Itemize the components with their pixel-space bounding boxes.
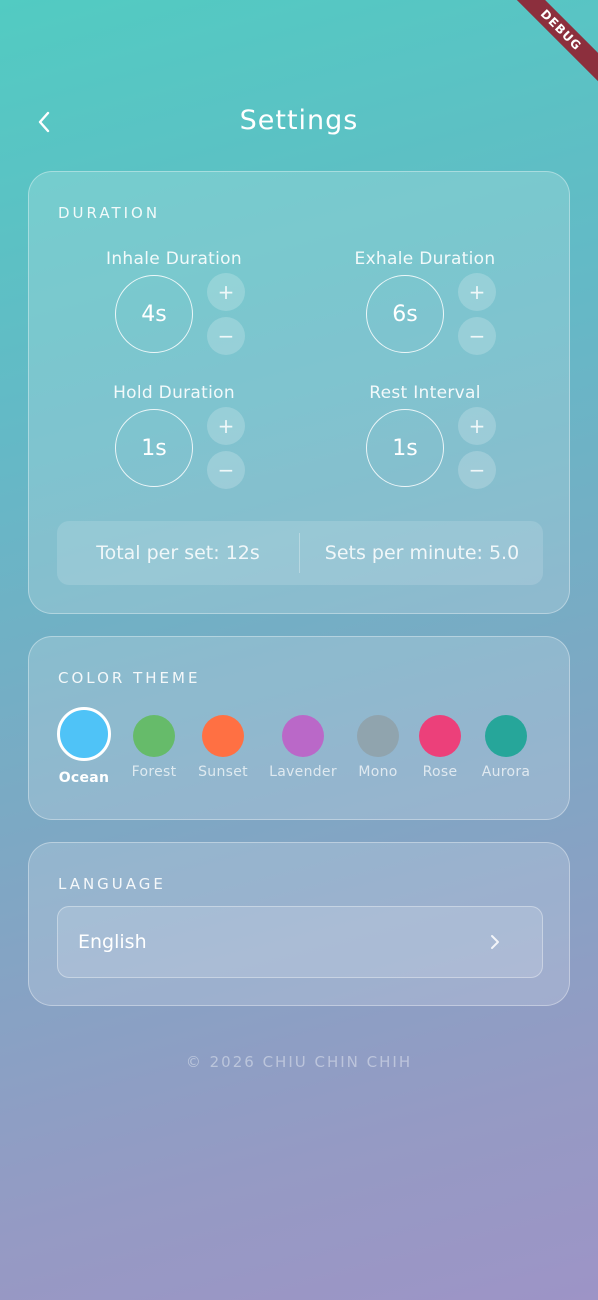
inhale-duration-control: Inhale Duration 4s + − xyxy=(74,249,274,389)
theme-swatch-forest[interactable]: Forest xyxy=(114,707,194,797)
rest-decrease-button[interactable]: − xyxy=(458,451,496,489)
rest-interval-label: Rest Interval xyxy=(369,383,481,403)
exhale-decrease-button[interactable]: − xyxy=(458,317,496,355)
rest-interval-value: 1s xyxy=(366,409,444,487)
theme-label: Ocean xyxy=(58,770,110,786)
theme-color-dot xyxy=(202,715,244,757)
theme-color-dot xyxy=(485,715,527,757)
theme-label: Forest xyxy=(131,764,177,780)
rest-increase-button[interactable]: + xyxy=(458,407,496,445)
hold-duration-label: Hold Duration xyxy=(113,383,235,403)
exhale-increase-button[interactable]: + xyxy=(458,273,496,311)
theme-color-dot xyxy=(357,715,399,757)
total-per-set: Total per set: 12s xyxy=(96,542,260,564)
duration-section-title: DURATION xyxy=(58,204,161,222)
hold-duration-value: 1s xyxy=(115,409,193,487)
duration-card: DURATION Inhale Duration 4s + − Exhale D… xyxy=(28,171,570,614)
theme-color-dot xyxy=(57,707,111,761)
copyright-footer: © 2026 CHIU CHIN CHIH xyxy=(185,1053,413,1071)
page-title: Settings xyxy=(239,105,359,136)
theme-label: Aurora xyxy=(481,764,531,780)
chevron-right-icon xyxy=(491,935,499,949)
theme-color-dot xyxy=(419,715,461,757)
theme-swatch-aurora[interactable]: Aurora xyxy=(466,707,546,797)
summary-divider xyxy=(299,533,300,573)
theme-swatch-sunset[interactable]: Sunset xyxy=(183,707,263,797)
debug-banner: DEBUG xyxy=(500,0,598,91)
sets-per-minute: Sets per minute: 5.0 xyxy=(324,542,520,564)
inhale-decrease-button[interactable]: − xyxy=(207,317,245,355)
color-theme-section-title: COLOR THEME xyxy=(58,669,201,687)
exhale-duration-value: 6s xyxy=(366,275,444,353)
theme-swatch-ocean[interactable]: Ocean xyxy=(44,707,124,797)
app-header: Settings xyxy=(0,100,598,146)
rest-interval-control: Rest Interval 1s + − xyxy=(325,383,525,523)
hold-duration-control: Hold Duration 1s + − xyxy=(74,383,274,523)
language-selector[interactable]: English xyxy=(57,906,543,978)
language-section-title: LANGUAGE xyxy=(58,875,166,893)
inhale-duration-value: 4s xyxy=(115,275,193,353)
inhale-duration-label: Inhale Duration xyxy=(106,249,242,269)
color-theme-card: COLOR THEME Ocean Forest Sunset Lavender… xyxy=(28,636,570,820)
language-card: LANGUAGE English xyxy=(28,842,570,1006)
theme-label: Lavender xyxy=(269,764,337,780)
hold-decrease-button[interactable]: − xyxy=(207,451,245,489)
theme-swatch-lavender[interactable]: Lavender xyxy=(263,707,343,797)
theme-color-dot xyxy=(282,715,324,757)
language-value: English xyxy=(78,931,147,953)
hold-increase-button[interactable]: + xyxy=(207,407,245,445)
inhale-increase-button[interactable]: + xyxy=(207,273,245,311)
duration-summary: Total per set: 12s Sets per minute: 5.0 xyxy=(57,521,543,585)
exhale-duration-control: Exhale Duration 6s + − xyxy=(325,249,525,389)
theme-label: Sunset xyxy=(198,764,248,780)
theme-color-dot xyxy=(133,715,175,757)
exhale-duration-label: Exhale Duration xyxy=(354,249,496,269)
